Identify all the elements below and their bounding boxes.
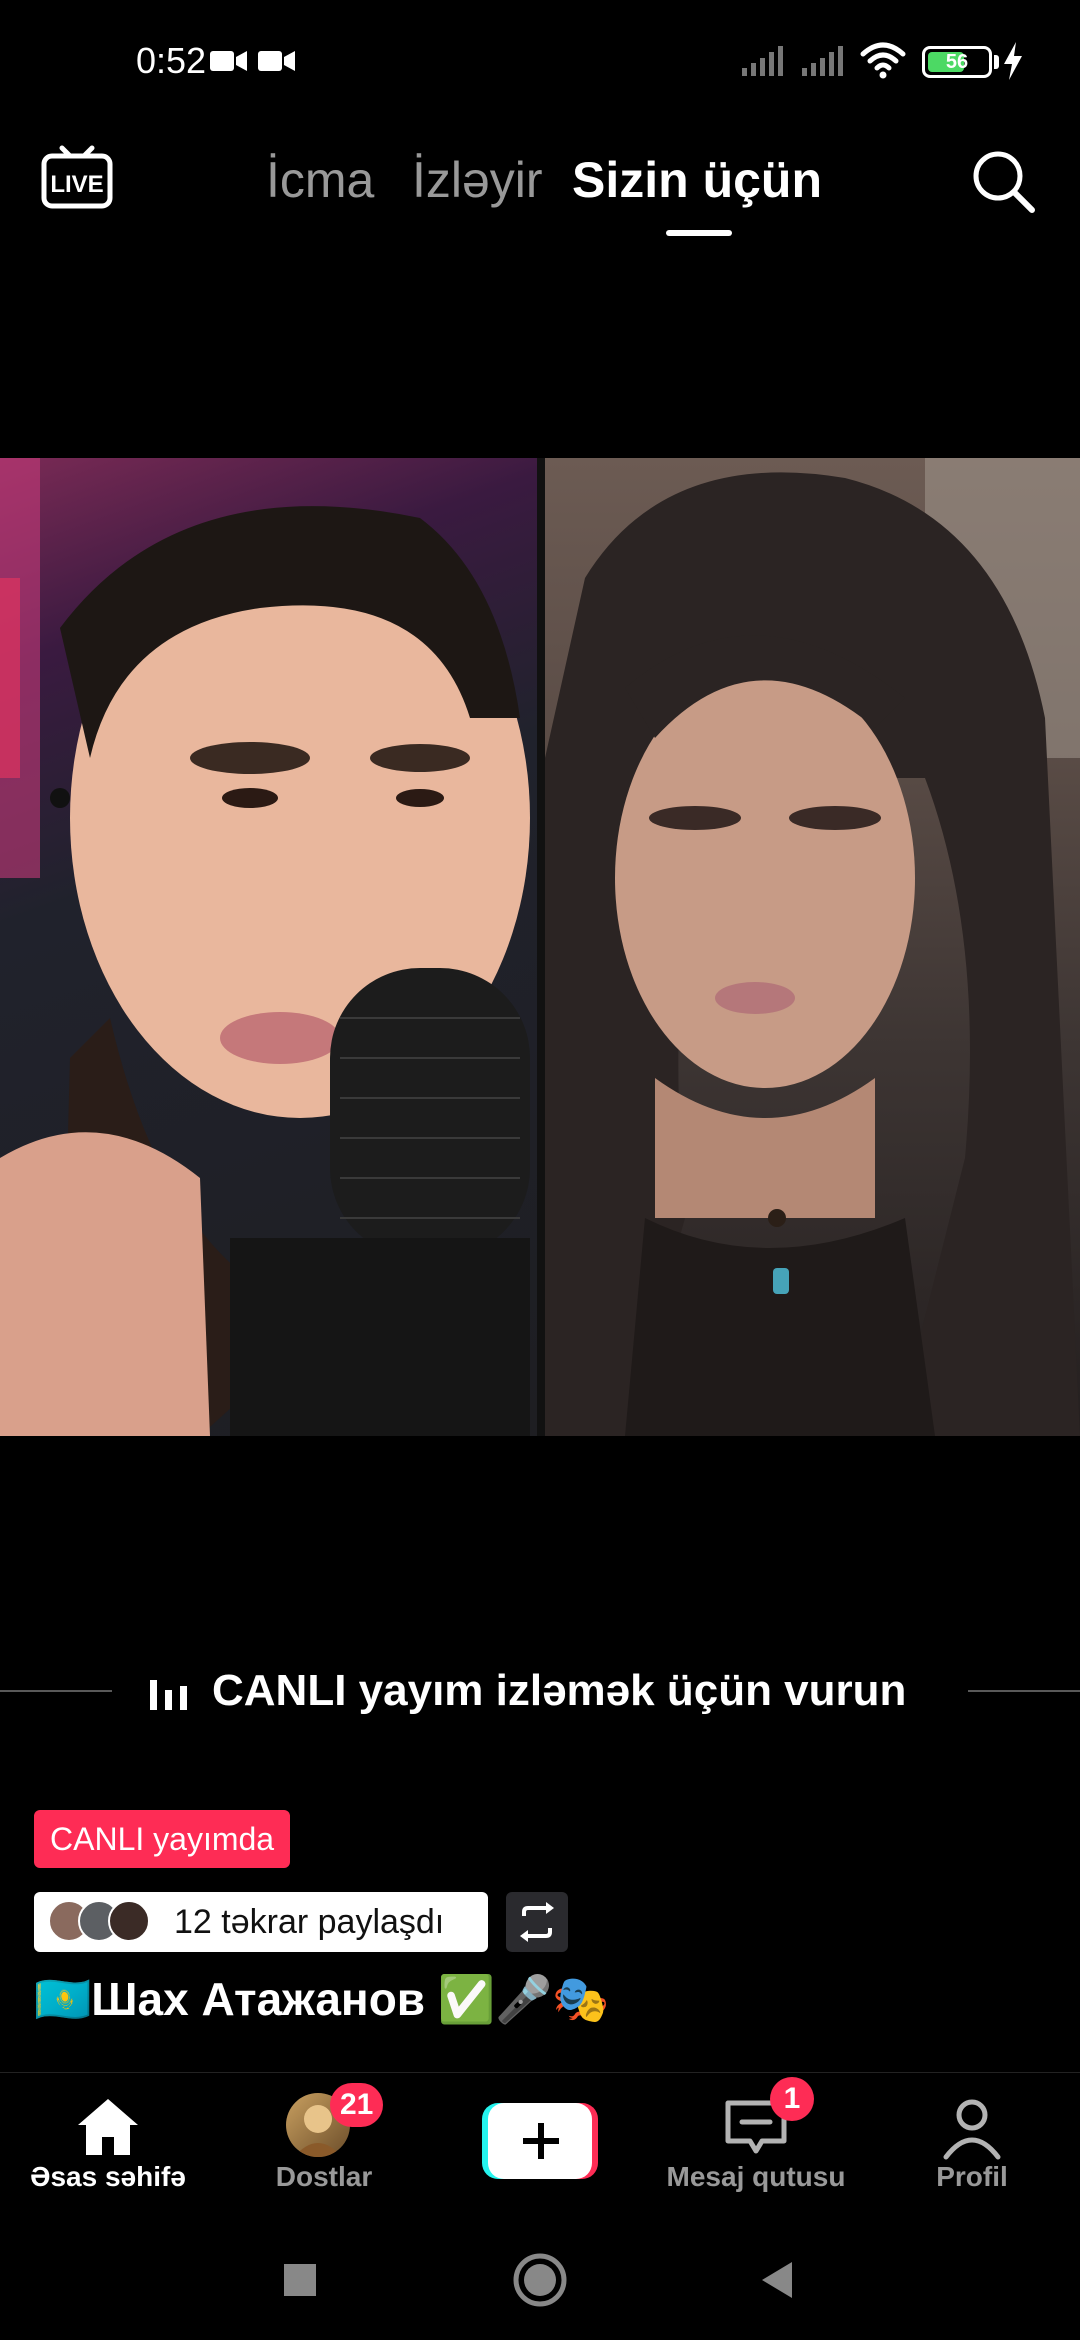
video-camera-icon: [258, 51, 295, 71]
wifi-icon: [860, 42, 906, 79]
repost-info[interactable]: 12 təkrar paylaşdı: [34, 1892, 488, 1952]
back-button[interactable]: [762, 2262, 792, 2298]
system-navigation-bar: [284, 2253, 792, 2307]
battery-icon: 56: [922, 46, 992, 78]
live-bars-icon: [150, 1680, 187, 1710]
singer-with-microphone-image: [0, 458, 530, 1436]
nav-home-label: Əsas səhifə: [30, 2161, 186, 2192]
home-icon: [78, 2099, 138, 2155]
live-video-left-host: [0, 458, 537, 1436]
live-video-right-host: [545, 458, 1080, 1436]
bottom-nav: Əsas səhifə 21 Dostlar 1 Mesaj qutusu Pr…: [0, 2072, 1080, 2222]
nav-inbox[interactable]: 1 Mesaj qutusu: [648, 2073, 864, 2223]
search-icon[interactable]: [970, 148, 1036, 214]
tab-community[interactable]: İcma: [266, 150, 374, 210]
video-divider: [537, 458, 545, 1436]
nav-create[interactable]: [432, 2073, 648, 2223]
tab-for-you[interactable]: Sizin üçün: [572, 150, 822, 210]
nav-friends-label: Dostlar: [275, 2161, 373, 2192]
battery-tip: [994, 55, 999, 69]
profile-icon: [943, 2099, 1001, 2160]
live-title[interactable]: 🇰🇿Шах Атажанов ✅🎤🎭: [34, 1972, 610, 2027]
signal-icon: [802, 46, 843, 76]
repost-button[interactable]: [506, 1892, 568, 1952]
status-bar: 0:52 56: [0, 0, 1080, 120]
avatar: [108, 1900, 150, 1942]
feed-tabs: İcma İzləyir Sizin üçün: [0, 150, 1080, 240]
tap-to-watch-live-text: CANLI yayım izləmək üçün vurun: [212, 1666, 907, 1715]
recent-apps-button[interactable]: [284, 2264, 316, 2296]
nav-friends[interactable]: 21 Dostlar: [216, 2073, 432, 2223]
woman-singer-image: [545, 458, 1080, 1436]
nav-inbox-label: Mesaj qutusu: [666, 2161, 846, 2192]
inbox-badge: 1: [770, 2077, 814, 2121]
active-tab-indicator: [666, 230, 732, 236]
tab-following[interactable]: İzləyir: [412, 150, 543, 210]
nav-profile[interactable]: Profil: [864, 2073, 1080, 2223]
friends-badge: 21: [330, 2083, 384, 2127]
repost-count-text: 12 təkrar paylaşdı: [174, 1903, 445, 1941]
nav-home[interactable]: Əsas səhifə: [0, 2073, 216, 2223]
live-video-preview[interactable]: [0, 458, 1080, 1436]
video-camera-icon: [210, 51, 247, 71]
charging-bolt-icon: [1004, 42, 1022, 80]
nav-profile-label: Profil: [936, 2161, 1008, 2192]
live-now-badge: CANLI yayımda: [34, 1810, 291, 1868]
prompt-divider-right: [968, 1690, 1080, 1692]
prompt-divider-left: [0, 1690, 112, 1692]
status-time: 0:52: [136, 40, 207, 81]
signal-icon: [742, 46, 783, 76]
tap-to-watch-live-prompt[interactable]: CANLI yayım izləmək üçün vurun: [0, 1656, 1080, 1726]
battery-level: 56: [945, 51, 969, 73]
plus-icon: [482, 2103, 598, 2179]
home-button[interactable]: [513, 2253, 567, 2307]
